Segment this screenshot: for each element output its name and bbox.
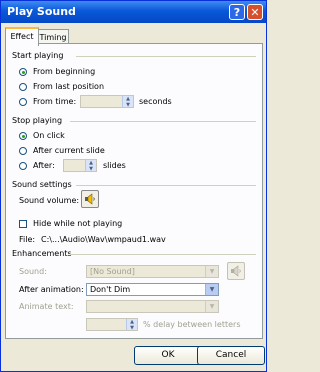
after-slides-spinner[interactable]: ▲ ▼ bbox=[63, 159, 97, 172]
speaker-icon bbox=[231, 265, 241, 277]
window-title: Play Sound bbox=[7, 5, 76, 18]
after-current-slide-label[interactable]: After current slide bbox=[33, 146, 105, 155]
divider bbox=[76, 185, 256, 186]
from-last-position-label[interactable]: From last position bbox=[33, 82, 104, 91]
after-animation-value: Don't Dim bbox=[90, 285, 131, 294]
spinner-arrows[interactable]: ▲ ▼ bbox=[126, 319, 137, 330]
from-beginning-label[interactable]: From beginning bbox=[33, 67, 95, 76]
animate-text-select[interactable]: ▼ bbox=[86, 300, 219, 313]
after-slides-radio[interactable] bbox=[19, 162, 27, 170]
sound-select-value: [No Sound] bbox=[90, 267, 135, 276]
seconds-label: seconds bbox=[139, 97, 172, 106]
stop-playing-heading: Stop playing bbox=[12, 116, 63, 125]
title-bar[interactable]: Play Sound ? ✕ bbox=[1, 1, 266, 23]
after-label[interactable]: After: bbox=[33, 161, 55, 170]
sound-volume-button[interactable] bbox=[81, 190, 99, 208]
sound-settings-heading: Sound settings bbox=[12, 180, 72, 189]
chevron-down-icon[interactable]: ▼ bbox=[205, 284, 218, 295]
play-sound-dialog: Play Sound ? ✕ Effect Timing Start playi… bbox=[0, 0, 267, 372]
from-time-radio[interactable] bbox=[19, 98, 27, 106]
ok-button[interactable]: OK bbox=[134, 346, 202, 365]
hide-while-not-playing-checkbox[interactable] bbox=[19, 220, 27, 228]
on-click-label[interactable]: On click bbox=[33, 131, 65, 140]
file-label: File: bbox=[19, 235, 36, 244]
enhancements-heading: Enhancements bbox=[12, 249, 72, 258]
sound-volume-label: Sound volume: bbox=[19, 196, 80, 205]
slides-label: slides bbox=[103, 161, 126, 170]
sound-label: Sound: bbox=[19, 267, 47, 276]
divider bbox=[70, 121, 256, 122]
close-icon[interactable]: ✕ bbox=[247, 4, 263, 20]
sound-select[interactable]: [No Sound] ▼ bbox=[86, 265, 219, 278]
divider bbox=[70, 254, 256, 255]
hide-while-not-playing-label[interactable]: Hide while not playing bbox=[33, 219, 122, 228]
on-click-radio[interactable] bbox=[19, 132, 27, 140]
cancel-button[interactable]: Cancel bbox=[197, 346, 265, 365]
spinner-arrows[interactable]: ▲ ▼ bbox=[85, 160, 96, 171]
after-animation-label: After animation: bbox=[19, 285, 84, 294]
after-current-slide-radio[interactable] bbox=[19, 147, 27, 155]
spinner-arrows[interactable]: ▲ ▼ bbox=[122, 96, 133, 107]
chevron-down-icon[interactable]: ▼ bbox=[205, 301, 218, 312]
help-icon[interactable]: ? bbox=[229, 4, 245, 20]
tab-effect[interactable]: Effect bbox=[5, 27, 39, 46]
after-animation-select[interactable]: Don't Dim ▼ bbox=[86, 283, 219, 296]
from-beginning-radio[interactable] bbox=[19, 68, 27, 76]
from-time-spinner[interactable]: ▲ ▼ bbox=[80, 95, 134, 108]
start-playing-heading: Start playing bbox=[12, 51, 64, 60]
from-time-label[interactable]: From time: bbox=[33, 97, 76, 106]
animate-text-label: Animate text: bbox=[19, 302, 74, 311]
chevron-down-icon[interactable]: ▼ bbox=[205, 266, 218, 277]
from-last-position-radio[interactable] bbox=[19, 83, 27, 91]
divider bbox=[76, 56, 256, 57]
delay-between-letters-label: % delay between letters bbox=[143, 320, 241, 329]
speaker-icon bbox=[85, 193, 95, 205]
delay-spinner[interactable]: ▲ ▼ bbox=[86, 318, 138, 331]
effect-panel: Start playing From beginning From last p… bbox=[5, 43, 263, 339]
sound-play-button[interactable] bbox=[227, 262, 245, 280]
file-path: C:\...\Audio\Wav\wmpaud1.wav bbox=[41, 235, 166, 244]
